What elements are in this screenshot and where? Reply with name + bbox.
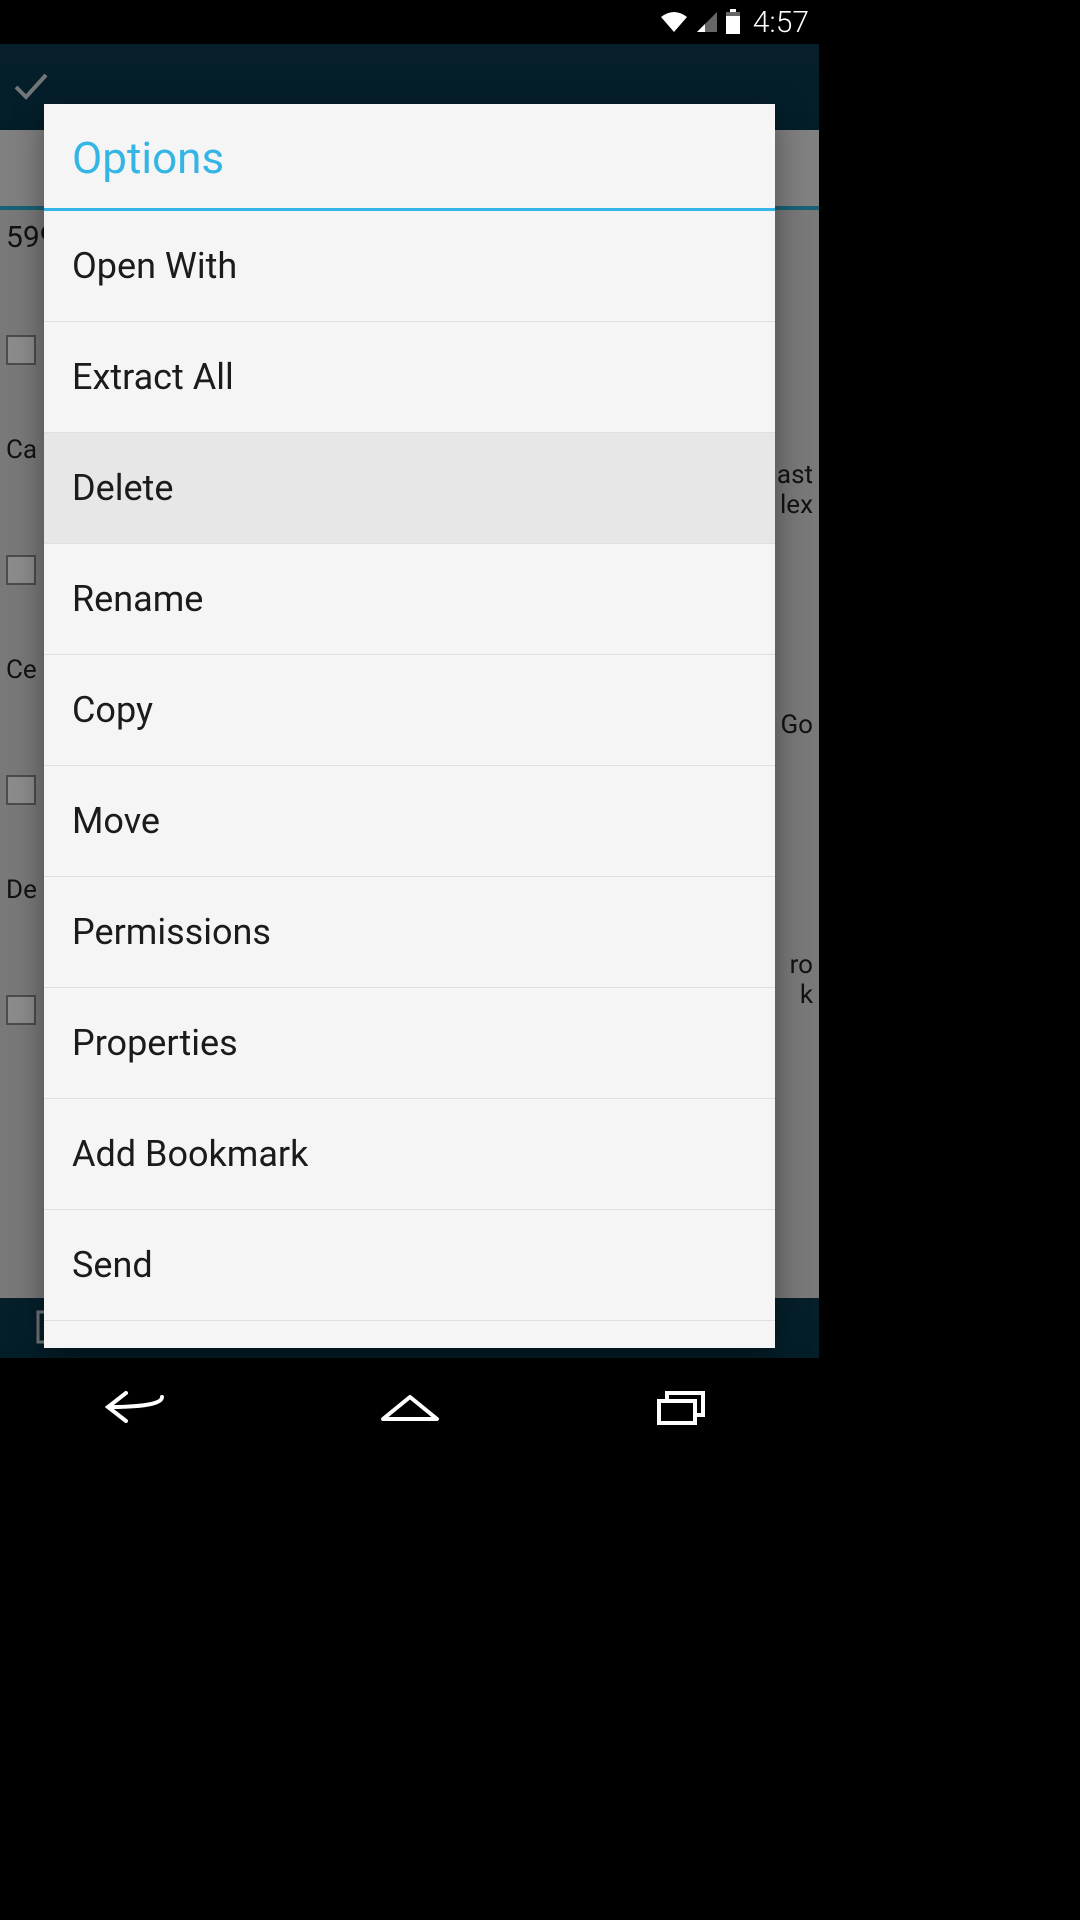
option-item-properties[interactable]: Properties bbox=[44, 988, 775, 1099]
option-item-send[interactable]: Send bbox=[44, 1210, 775, 1321]
navigation-bar bbox=[0, 1358, 819, 1456]
options-dialog: Options Open WithExtract AllDeleteRename… bbox=[44, 104, 775, 1348]
clock-text: 4:57 bbox=[753, 5, 809, 40]
option-item-extract-all[interactable]: Extract All bbox=[44, 322, 775, 433]
app-surface: 599 ast lex Ca Go Ce ro k De bbox=[0, 44, 819, 1358]
dialog-title: Options bbox=[44, 104, 775, 208]
option-item-move[interactable]: Move bbox=[44, 766, 775, 877]
cell-signal-icon bbox=[695, 10, 719, 34]
wifi-icon bbox=[659, 10, 689, 34]
dialog-list: Open WithExtract AllDeleteRenameCopyMove… bbox=[44, 211, 775, 1348]
battery-icon bbox=[725, 9, 741, 35]
recents-button[interactable] bbox=[623, 1377, 743, 1437]
option-item-add-bookmark[interactable]: Add Bookmark bbox=[44, 1099, 775, 1210]
option-item-permissions[interactable]: Permissions bbox=[44, 877, 775, 988]
option-item-rename[interactable]: Rename bbox=[44, 544, 775, 655]
home-button[interactable] bbox=[350, 1377, 470, 1437]
option-item-open-with[interactable]: Open With bbox=[44, 211, 775, 322]
status-bar: 4:57 bbox=[0, 0, 819, 44]
option-item-delete[interactable]: Delete bbox=[44, 433, 775, 544]
back-button[interactable] bbox=[77, 1377, 197, 1437]
option-item-copy[interactable]: Copy bbox=[44, 655, 775, 766]
